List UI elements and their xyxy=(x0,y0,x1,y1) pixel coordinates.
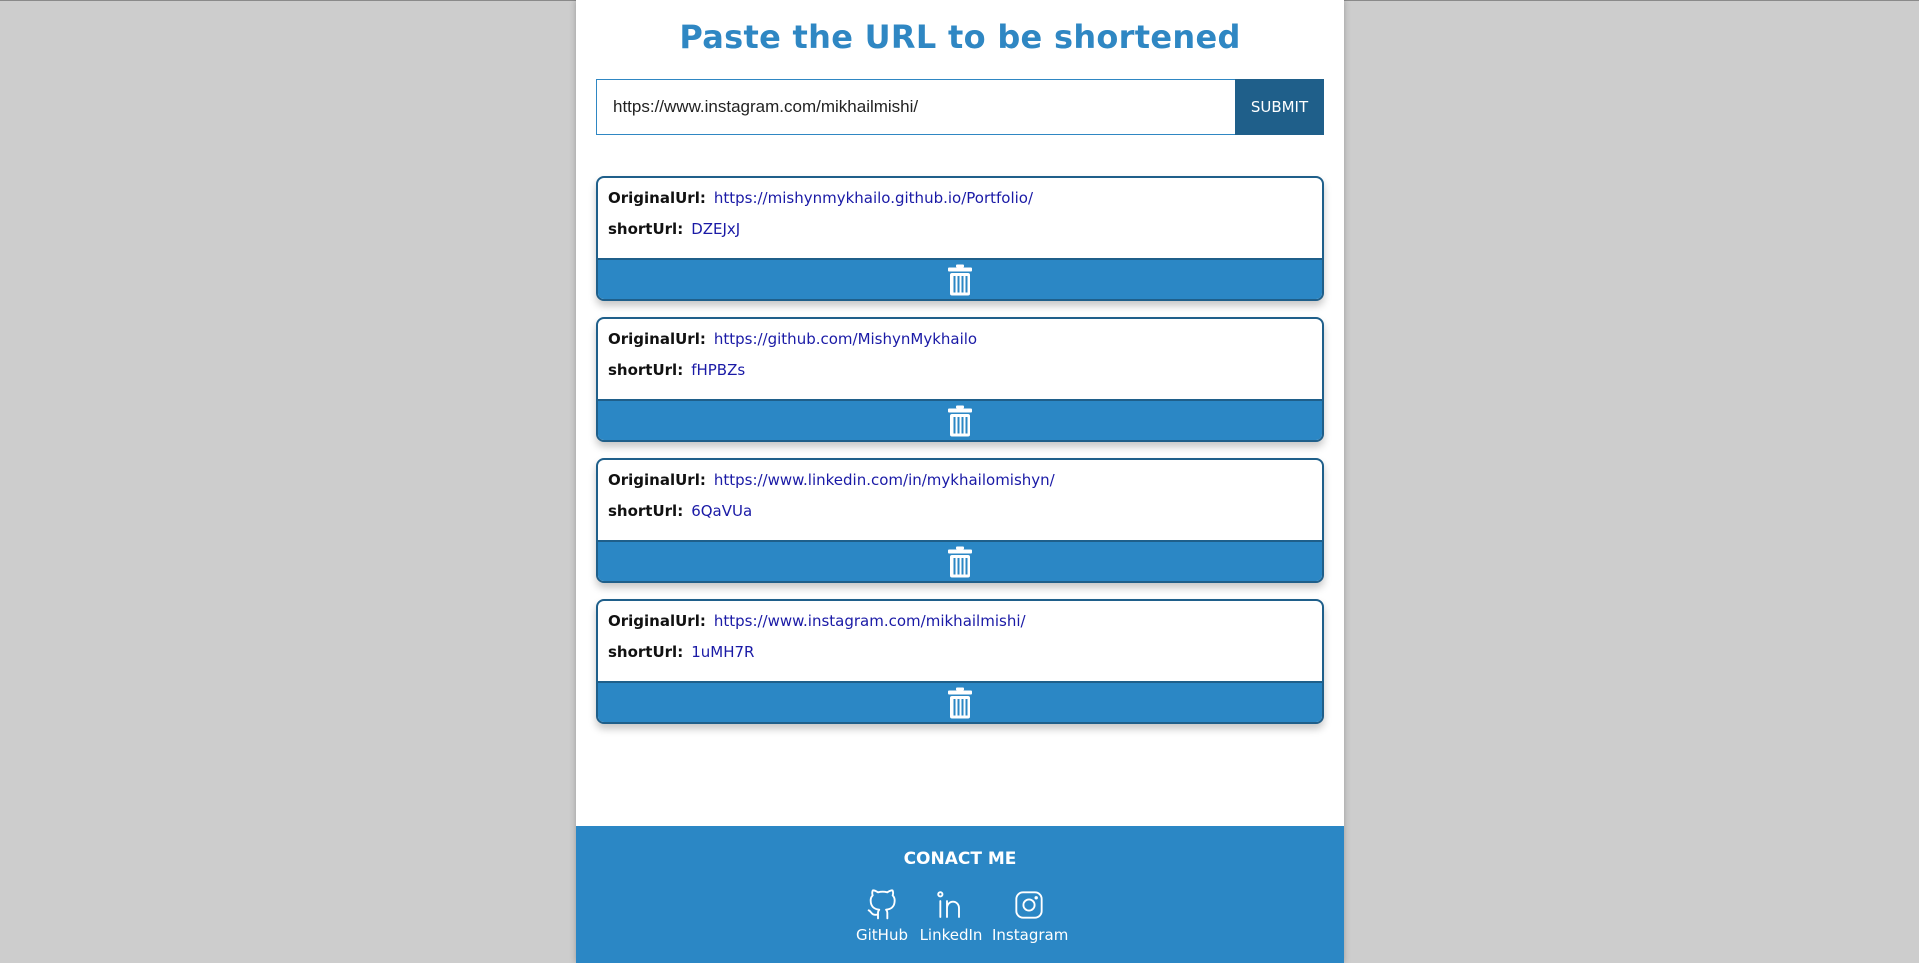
original-url-row: OriginalUrl: https://github.com/MishynMyk… xyxy=(608,330,977,348)
original-url-link[interactable]: https://www.linkedin.com/in/mykhailomish… xyxy=(714,471,1055,489)
linkedin-link[interactable]: LinkedIn xyxy=(918,888,984,944)
short-url-link[interactable]: 1uMH7R xyxy=(691,643,754,661)
original-url-link[interactable]: https://www.instagram.com/mikhailmishi/ xyxy=(714,612,1026,630)
short-url-label: shortUrl: xyxy=(608,361,684,379)
short-url-link[interactable]: 6QaVUa xyxy=(691,502,752,520)
original-url-link[interactable]: https://github.com/MishynMykhailo xyxy=(714,330,977,348)
original-url-label: OriginalUrl: xyxy=(608,330,706,348)
trash-icon xyxy=(948,546,972,577)
linkedin-label: LinkedIn xyxy=(919,926,983,944)
github-icon xyxy=(867,889,896,920)
instagram-label: Instagram xyxy=(992,926,1069,944)
delete-button[interactable] xyxy=(598,540,1322,581)
page-title: Paste the URL to be shortened xyxy=(679,18,1241,56)
url-card: OriginalUrl: https://github.com/MishynMyk… xyxy=(596,317,1324,442)
short-url-label: shortUrl: xyxy=(608,502,684,520)
short-url-link[interactable]: DZEJxJ xyxy=(691,220,740,238)
trash-icon xyxy=(948,687,972,718)
short-url-row: shortUrl: 1uMH7R xyxy=(608,643,754,661)
original-url-link[interactable]: https://mishynmykhailo.github.io/Portfol… xyxy=(714,189,1033,207)
trash-icon xyxy=(948,264,972,295)
original-url-label: OriginalUrl: xyxy=(608,612,706,630)
original-url-label: OriginalUrl: xyxy=(608,471,706,489)
url-input[interactable] xyxy=(596,79,1235,135)
submit-button[interactable]: SUBMIT xyxy=(1235,79,1324,135)
delete-button[interactable] xyxy=(598,399,1322,440)
original-url-row: OriginalUrl: https://mishynmykhailo.githu… xyxy=(608,189,1033,207)
github-label: GitHub xyxy=(856,926,908,944)
short-url-row: shortUrl: fHPBZs xyxy=(608,361,745,379)
instagram-link[interactable]: Instagram xyxy=(992,888,1069,944)
url-card: OriginalUrl: https://www.linkedin.com/in/… xyxy=(596,458,1324,583)
original-url-row: OriginalUrl: https://www.instagram.com/mi… xyxy=(608,612,1026,630)
linkedin-icon xyxy=(937,891,960,918)
original-url-row: OriginalUrl: https://www.linkedin.com/in/… xyxy=(608,471,1055,489)
github-link[interactable]: GitHub xyxy=(854,888,910,944)
url-card: OriginalUrl: https://mishynmykhailo.githu… xyxy=(596,176,1324,301)
delete-button[interactable] xyxy=(598,258,1322,299)
short-url-link[interactable]: fHPBZs xyxy=(691,361,745,379)
short-url-label: shortUrl: xyxy=(608,643,684,661)
footer: CONACT ME GitHub LinkedIn Instagram xyxy=(576,826,1344,963)
short-url-row: shortUrl: 6QaVUa xyxy=(608,502,752,520)
short-url-label: shortUrl: xyxy=(608,220,684,238)
instagram-icon xyxy=(1015,891,1043,919)
shorten-form: SUBMIT xyxy=(596,79,1324,135)
original-url-label: OriginalUrl: xyxy=(608,189,706,207)
delete-button[interactable] xyxy=(598,681,1322,722)
footer-title: CONACT ME xyxy=(903,849,1017,869)
trash-icon xyxy=(948,405,972,436)
url-card: OriginalUrl: https://www.instagram.com/mi… xyxy=(596,599,1324,724)
page-container: Paste the URL to be shortened SUBMIT Ori… xyxy=(576,0,1344,963)
short-url-row: shortUrl: DZEJxJ xyxy=(608,220,740,238)
